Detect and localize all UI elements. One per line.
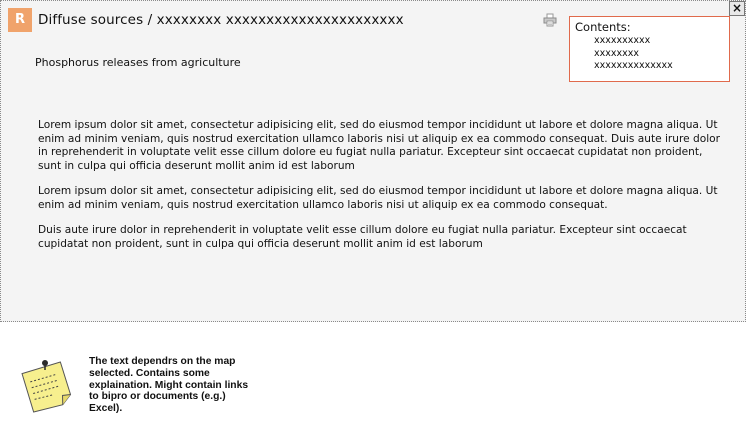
section-subtitle: Phosphorus releases from agriculture [35,56,241,69]
panel-title: Diffuse sources / xxxxxxxx xxxxxxxxxxxxx… [38,12,404,28]
close-button[interactable]: × [729,1,745,16]
paragraph: Lorem ipsum dolor sit amet, consectetur … [38,119,720,172]
contents-label: Contents: [575,20,631,34]
info-panel: × R Diffuse sources / xxxxxxxx xxxxxxxxx… [0,0,746,322]
r-badge-icon: R [8,8,32,32]
annotation-note: The text dependrs on the map selected. C… [89,356,249,415]
contents-box: Contents: xxxxxxxxxx xxxxxxxx xxxxxxxxxx… [569,16,730,82]
sticky-note-icon [21,360,72,413]
contents-link[interactable]: xxxxxxxxxx [594,35,673,48]
print-icon[interactable] [543,13,557,27]
contents-list: xxxxxxxxxx xxxxxxxx xxxxxxxxxxxxxx [594,35,673,73]
contents-link[interactable]: xxxxxxxxxxxxxx [594,60,673,73]
paragraph: Lorem ipsum dolor sit amet, consectetur … [38,185,718,211]
body-text: Lorem ipsum dolor sit amet, consectetur … [38,119,728,263]
contents-link[interactable]: xxxxxxxx [594,48,673,61]
paragraph: Duis aute irure dolor in reprehenderit i… [38,224,687,250]
